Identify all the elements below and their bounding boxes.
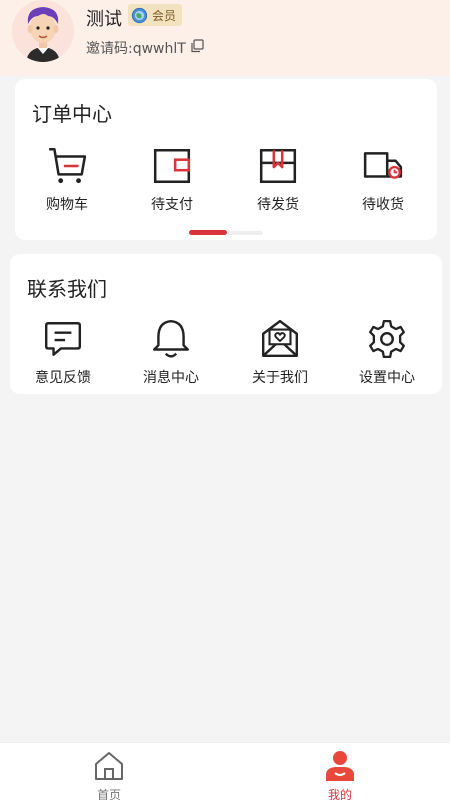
feedback-label: 意见反馈	[35, 370, 91, 386]
tab-home[interactable]: 首页	[64, 749, 154, 800]
contact-us-card: 联系我们 意见反馈 消息中心 关于我们 设置中心	[10, 254, 442, 394]
member-label: 会员	[152, 8, 177, 23]
tab-mine[interactable]: 我的	[295, 749, 385, 800]
heart-mail-icon	[261, 319, 299, 358]
carousel-track	[227, 231, 263, 235]
feedback-button[interactable]: 意见反馈	[13, 318, 113, 387]
profile-header: 测试 会员 邀请码:qwwhlT	[0, 0, 450, 76]
invite-code: 邀请码:qwwhlT	[86, 41, 186, 57]
message-center-label: 消息中心	[143, 370, 199, 386]
gear-icon	[369, 319, 405, 359]
feedback-icon	[44, 322, 82, 356]
cart-icon	[49, 147, 87, 184]
bell-icon	[152, 319, 190, 358]
settings-button[interactable]: 设置中心	[337, 318, 437, 387]
member-globe-icon	[131, 7, 148, 23]
tab-home-label: 首页	[96, 788, 121, 800]
home-icon	[95, 752, 123, 780]
pending-payment-label: 待支付	[151, 197, 193, 213]
pending-shipment-label: 待发货	[257, 197, 299, 213]
pending-payment-button[interactable]: 待支付	[122, 145, 222, 214]
contact-us-title: 联系我们	[27, 277, 107, 301]
avatar[interactable]	[12, 0, 74, 62]
member-badge: 会员	[128, 4, 183, 26]
about-us-button[interactable]: 关于我们	[230, 318, 330, 387]
package-icon	[259, 148, 297, 184]
cart-button[interactable]: 购物车	[17, 145, 117, 214]
tab-mine-label: 我的	[327, 788, 352, 800]
carousel-indicator	[189, 230, 227, 235]
avatar-illustration-icon	[12, 0, 74, 62]
user-icon	[326, 751, 354, 781]
wallet-icon	[153, 148, 191, 184]
order-center-title: 订单中心	[32, 102, 112, 126]
bottom-tab-bar: 首页 我的	[0, 742, 450, 800]
about-us-label: 关于我们	[252, 370, 308, 386]
pending-receipt-label: 待收货	[362, 197, 404, 213]
settings-label: 设置中心	[359, 370, 415, 386]
order-center-card: 订单中心 购物车 待支付 待发货 待收货	[15, 79, 437, 240]
user-name: 测试	[86, 9, 122, 30]
pending-receipt-button[interactable]: 待收货	[333, 145, 433, 214]
pending-shipment-button[interactable]: 待发货	[228, 145, 328, 214]
copy-icon[interactable]	[190, 39, 204, 53]
message-center-button[interactable]: 消息中心	[121, 318, 221, 387]
truck-icon	[363, 152, 403, 179]
cart-label: 购物车	[46, 197, 88, 213]
